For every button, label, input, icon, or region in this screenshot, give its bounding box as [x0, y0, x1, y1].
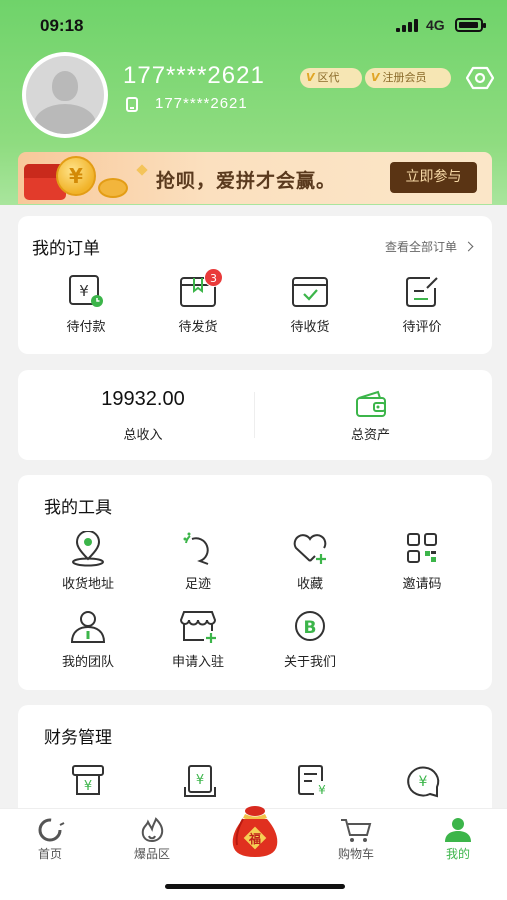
- role-badge: V 区代: [300, 68, 362, 88]
- pending-receipt-icon: [292, 277, 328, 307]
- svg-text:B: B: [304, 618, 317, 638]
- tool-favorites[interactable]: 收藏: [270, 531, 350, 592]
- v-badge-icon: V: [306, 71, 315, 84]
- pending-review-icon: [406, 277, 438, 307]
- income-card: 19932.00 总收入 总资产: [18, 370, 492, 460]
- statement-icon[interactable]: ¥: [292, 763, 332, 799]
- wallet-icon[interactable]: [354, 390, 388, 418]
- order-pending-payment[interactable]: ¥ 待付款: [46, 274, 126, 335]
- settings-button[interactable]: [465, 66, 495, 90]
- tab-home[interactable]: 首页: [10, 809, 90, 862]
- fire-icon: [141, 817, 164, 843]
- battery-icon: [455, 18, 486, 32]
- tool-label: 申请入驻: [171, 655, 224, 670]
- bottom-tab-bar: 首页 爆品区 福 购物车 我的: [0, 806, 507, 866]
- tab-label: 购物车: [337, 847, 374, 861]
- v-badge-icon: V: [371, 71, 380, 84]
- member-badge: V 注册会员: [365, 68, 451, 88]
- promo-banner[interactable]: 抢呗，爱拼才会赢。 立即参与: [18, 152, 492, 204]
- coin-icon: [98, 178, 128, 198]
- tool-label: 收藏: [296, 577, 323, 592]
- profile-icon: [445, 818, 471, 842]
- join-now-button[interactable]: 立即参与: [390, 162, 477, 193]
- withdraw-icon[interactable]: ¥: [404, 763, 444, 799]
- tab-label: 我的: [445, 847, 470, 861]
- my-orders-card: 我的订单 查看全部订单 ¥ 待付款 3 待发货 待收货 待评价: [18, 216, 492, 354]
- settings-icon: [465, 66, 495, 90]
- total-assets-label[interactable]: 总资产: [318, 424, 423, 443]
- order-pending-review[interactable]: 待评价: [382, 274, 462, 335]
- finance-title: 财务管理: [44, 728, 112, 748]
- status-time: 09:18: [40, 16, 84, 35]
- total-income-label: 总收入: [123, 428, 163, 443]
- qr-code-icon: [407, 533, 437, 563]
- favorite-icon: [293, 534, 327, 564]
- signal-icon: [396, 18, 418, 32]
- view-all-orders-link[interactable]: 查看全部订单: [385, 238, 474, 255]
- sparkle-icon: [136, 164, 148, 176]
- cart-icon: [341, 819, 372, 842]
- network-label: 4G: [426, 17, 445, 33]
- order-pending-receipt[interactable]: 待收货: [270, 274, 350, 335]
- home-icon: [38, 818, 65, 842]
- tab-lucky-bag[interactable]: 福: [225, 803, 285, 863]
- home-indicator[interactable]: [165, 884, 345, 889]
- bill-icon[interactable]: ¥: [180, 763, 220, 799]
- tool-shipping-address[interactable]: 收货地址: [48, 531, 128, 592]
- tool-label: 收货地址: [61, 577, 114, 592]
- about-icon: B: [295, 611, 325, 641]
- user-name: 177****2621: [123, 62, 265, 89]
- tools-title: 我的工具: [44, 498, 112, 518]
- order-pending-shipment[interactable]: 3 待发货: [158, 268, 238, 335]
- order-label: 待发货: [178, 320, 218, 335]
- tab-label: 爆品区: [133, 847, 170, 861]
- tool-invite-code[interactable]: 邀请码: [382, 531, 462, 592]
- team-icon: [70, 611, 106, 643]
- my-tools-card: 我的工具 收货地址 足迹 收藏 邀请码 我的团队 申请入驻 B 关于我们: [18, 475, 492, 690]
- avatar[interactable]: [22, 52, 108, 138]
- tool-label: 关于我们: [283, 655, 336, 670]
- store-apply-icon: [179, 611, 217, 643]
- svg-text:¥: ¥: [318, 783, 326, 797]
- svg-text:¥: ¥: [84, 779, 92, 794]
- tool-footprint[interactable]: 足迹: [158, 531, 238, 592]
- tool-apply-store[interactable]: 申请入驻: [158, 609, 238, 670]
- phone-number: 177****2621: [155, 95, 248, 112]
- tab-label: 首页: [37, 847, 62, 861]
- tool-label: 我的团队: [61, 655, 114, 670]
- chevron-right-icon: [463, 241, 474, 252]
- tool-label: 足迹: [184, 577, 211, 592]
- divider: [254, 392, 255, 438]
- tab-cart[interactable]: 购物车: [316, 809, 396, 862]
- tab-hot-products[interactable]: 爆品区: [112, 809, 192, 862]
- svg-text:¥: ¥: [419, 774, 428, 790]
- home-indicator-area: [0, 866, 507, 900]
- order-count-badge: 3: [204, 268, 223, 287]
- lucky-bag-icon: 福: [232, 806, 278, 857]
- tool-my-team[interactable]: 我的团队: [48, 609, 128, 670]
- footprint-icon: [183, 532, 209, 565]
- svg-text:福: 福: [248, 831, 261, 846]
- svg-text:¥: ¥: [196, 773, 204, 788]
- order-label: 待收货: [290, 320, 330, 335]
- avatar-placeholder-icon: [26, 56, 104, 134]
- cash-register-icon[interactable]: ¥: [68, 763, 108, 799]
- tool-label: 邀请码: [402, 577, 442, 592]
- tool-about-us[interactable]: B 关于我们: [270, 609, 350, 670]
- order-label: 待评价: [402, 320, 442, 335]
- tab-profile[interactable]: 我的: [418, 809, 498, 862]
- total-income-value[interactable]: 19932.00: [48, 388, 238, 411]
- location-icon: [72, 531, 104, 567]
- coin-icon: [56, 156, 96, 196]
- svg-text:¥: ¥: [79, 282, 89, 300]
- status-bar: 09:18 4G: [0, 0, 507, 50]
- phone-icon: [126, 97, 138, 112]
- banner-slogan: 抢呗，爱拼才会赢。: [156, 170, 337, 192]
- order-label: 待付款: [66, 320, 106, 335]
- orders-title: 我的订单: [32, 239, 100, 259]
- pending-payment-icon: ¥: [69, 275, 103, 307]
